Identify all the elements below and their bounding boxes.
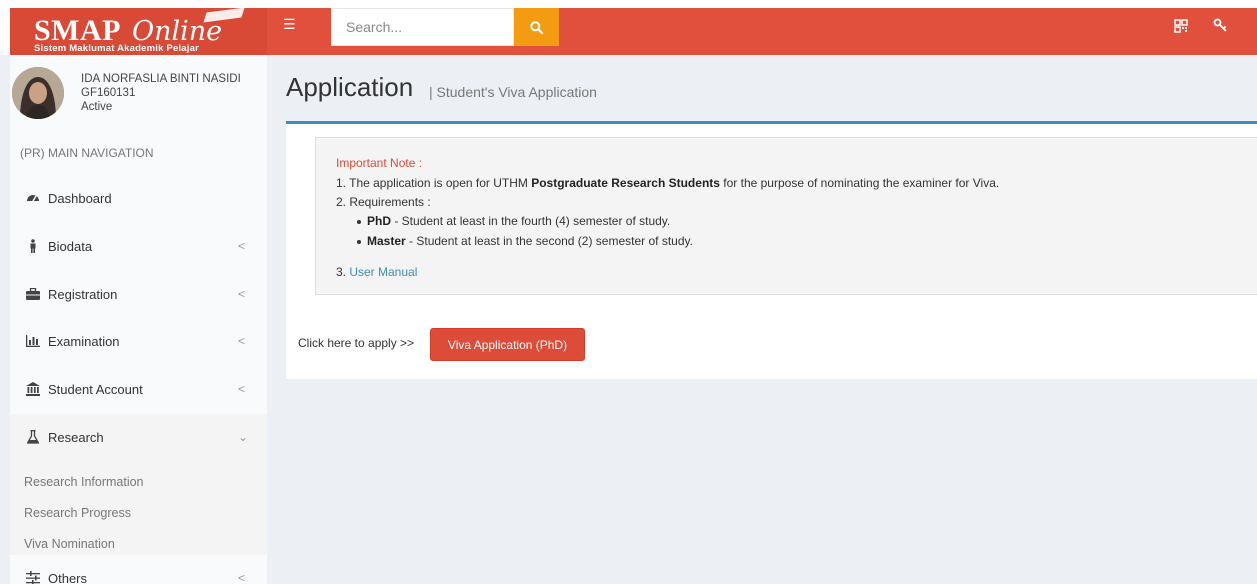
bullet — [357, 240, 361, 244]
research-submenu: Research Information Research Progress V… — [10, 460, 267, 555]
note-line-3: 3. User Manual — [336, 265, 417, 279]
search-icon — [530, 20, 543, 34]
sliders-icon — [26, 571, 40, 584]
sidebar-item-label: Research — [48, 429, 104, 445]
sidebar-item-label: Student Account — [48, 381, 143, 397]
top-header: SMAP Online Sistem Maklumat Akademik Pel… — [0, 0, 1257, 55]
note-title: Important Note : — [336, 156, 423, 170]
sidebar-item-label: Dashboard — [48, 190, 112, 206]
chevron-left-icon: < — [238, 239, 246, 253]
note-line-3-prefix: 3. — [336, 265, 350, 279]
sidebar-item-examination[interactable]: Examination < — [10, 318, 267, 364]
search-box — [331, 8, 514, 46]
requirement-phd-text: - Student at least in the fourth (4) sem… — [391, 214, 671, 228]
requirement-master: Master - Student at least in the second … — [367, 234, 693, 248]
chevron-left-icon: < — [238, 334, 246, 348]
briefcase-icon — [26, 287, 40, 301]
sidebar-item-label: Others — [48, 570, 88, 584]
bank-icon — [26, 382, 40, 396]
page-subtitle: | Student's Viva Application — [429, 84, 597, 100]
apply-label: Click here to apply >> — [298, 336, 415, 350]
application-box: Important Note : 1. The application is o… — [286, 121, 1257, 379]
chevron-down-icon: ⌄ — [238, 430, 249, 444]
qr-code-icon[interactable] — [1173, 18, 1189, 34]
page-title: Application — [286, 72, 414, 102]
note-line-1-bold: Postgraduate Research Students — [531, 176, 720, 190]
smap-online-logo[interactable]: SMAP Online Sistem Maklumat Akademik Pel… — [10, 8, 267, 55]
chevron-left-icon: < — [238, 287, 246, 301]
bar-chart-icon — [26, 334, 40, 348]
user-panel: IDA NORFASLIA BINTI NASIDI GF160131 Acti… — [10, 55, 267, 125]
sidebar-item-label: Examination — [48, 333, 120, 349]
menu-toggle-icon[interactable]: ☰ — [283, 17, 296, 31]
sidebar-item-label: Biodata — [48, 238, 93, 254]
requirement-phd-bold: PhD — [367, 214, 391, 228]
requirement-phd: PhD - Student at least in the fourth (4)… — [367, 214, 670, 228]
requirement-master-bold: Master — [367, 234, 406, 248]
search-input[interactable] — [332, 9, 513, 45]
person-icon — [26, 239, 40, 253]
user-avatar — [12, 67, 64, 119]
dashboard-icon — [26, 191, 40, 205]
note-line-1-prefix: 1. The application is open for UTHM — [336, 176, 532, 190]
sidebar-item-label: Registration — [48, 286, 118, 302]
sidebar-item-registration[interactable]: Registration < — [10, 271, 267, 317]
chevron-left-icon: < — [238, 571, 246, 584]
note-line-1: 1. The application is open for UTHM Post… — [336, 176, 999, 190]
bullet — [357, 220, 361, 224]
nav-header: (PR) MAIN NAVIGATION — [20, 146, 154, 160]
search-button[interactable] — [514, 8, 559, 46]
user-status: Active — [81, 101, 113, 113]
logo-subtitle: Sistem Maklumat Akademik Pelajar — [34, 43, 199, 54]
navbar: ☰ — [267, 8, 1257, 55]
user-name: IDA NORFASLIA BINTI NASIDI — [81, 73, 241, 85]
user-photo-icon — [12, 67, 64, 119]
graduation-cap-icon — [203, 8, 245, 23]
sidebar-item-dashboard[interactable]: Dashboard — [10, 175, 267, 221]
sidebar-item-research[interactable]: Research ⌄ — [10, 414, 267, 460]
note-line-2: 2. Requirements : — [336, 195, 431, 209]
sidebar-item-student-account[interactable]: Student Account < — [10, 366, 267, 412]
user-manual-link[interactable]: User Manual — [349, 265, 417, 279]
user-id: GF160131 — [81, 87, 136, 99]
requirement-master-text: - Student at least in the second (2) sem… — [405, 234, 693, 248]
sidebar-item-biodata[interactable]: Biodata < — [10, 223, 267, 269]
flask-icon — [26, 430, 40, 444]
key-icon[interactable] — [1213, 18, 1229, 34]
important-note-callout: Important Note : 1. The application is o… — [315, 137, 1257, 295]
sidebar-item-others[interactable]: Others < — [10, 555, 267, 584]
submenu-item-viva-nomination[interactable]: Viva Nomination — [24, 537, 115, 551]
chevron-left-icon: < — [238, 382, 246, 396]
note-line-1-suffix: for the purpose of nominating the examin… — [719, 176, 1000, 190]
submenu-item-research-progress[interactable]: Research Progress — [24, 506, 131, 520]
sidebar: IDA NORFASLIA BINTI NASIDI GF160131 Acti… — [10, 55, 267, 584]
viva-application-phd-button[interactable]: Viva Application (PhD) — [430, 328, 585, 361]
submenu-item-research-information[interactable]: Research Information — [24, 475, 144, 489]
